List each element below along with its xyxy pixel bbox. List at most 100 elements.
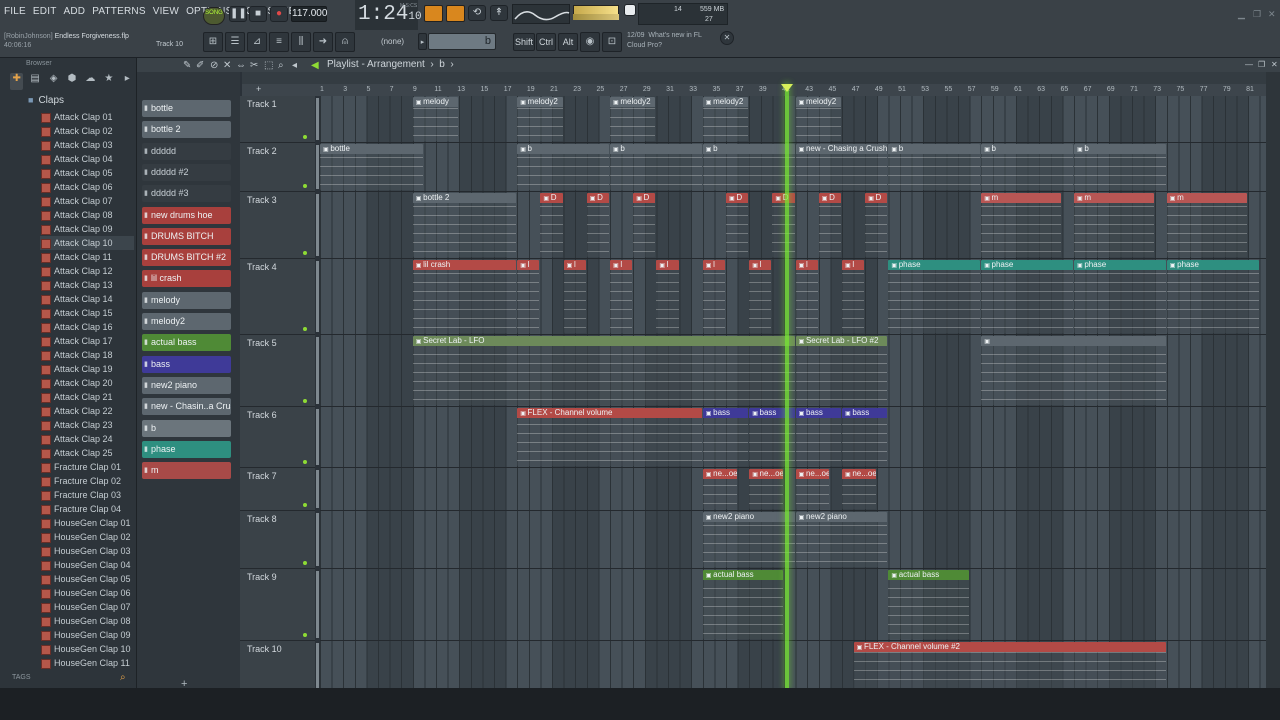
playlist-clip[interactable]: FLEX - Channel volume #2	[853, 642, 1166, 688]
browser-item[interactable]: Attack Clap 06	[40, 180, 134, 194]
track-mute-led-icon[interactable]	[303, 633, 307, 637]
loop-record-icon[interactable]: ⟲	[468, 5, 486, 21]
pattern-item[interactable]: m	[142, 462, 231, 480]
track-resize-handle[interactable]	[316, 261, 319, 332]
track-lane[interactable]: bottle 2 D D D D D D Dm m m	[320, 192, 1266, 259]
browser-item[interactable]: HouseGen Clap 03	[40, 544, 134, 558]
playlist-clip[interactable]: D	[586, 193, 609, 257]
microphone-icon[interactable]: ⍝	[335, 32, 355, 52]
playlist-clip[interactable]: bass	[842, 408, 888, 466]
browser-all-icon[interactable]: ✚	[10, 73, 24, 90]
track-mute-led-icon[interactable]	[303, 561, 307, 565]
playlist-icon[interactable]: ☰	[225, 32, 245, 52]
menu-file[interactable]: FILE	[4, 6, 26, 17]
track-resize-handle[interactable]	[316, 98, 319, 140]
pause-button[interactable]: ❚❚	[229, 6, 247, 22]
pattern-selector[interactable]: b	[428, 33, 496, 50]
pattern-item[interactable]: lil crash	[142, 270, 231, 288]
playlist-clip[interactable]: m	[1166, 193, 1247, 257]
playlist-minimize-icon[interactable]: —	[1245, 60, 1253, 69]
track-mute-led-icon[interactable]	[303, 503, 307, 507]
playlist-clip[interactable]: phase	[981, 260, 1073, 333]
track-mute-led-icon[interactable]	[303, 399, 307, 403]
playlist-clip[interactable]: D	[865, 193, 888, 257]
track-mute-led-icon[interactable]	[303, 460, 307, 464]
playlist-clip[interactable]: D	[540, 193, 563, 257]
track-lane[interactable]: FLEX - Channel volumebassbassbassbass	[320, 407, 1266, 468]
track-resize-handle[interactable]	[316, 337, 319, 404]
playlist-clip[interactable]: bass	[702, 408, 749, 466]
pattern-item[interactable]: new drums hoe	[142, 206, 231, 224]
step-edit-icon[interactable]: ↟	[490, 5, 508, 21]
news-panel[interactable]: 12/09 What's new in FL Cloud Pro?	[627, 31, 702, 51]
stop-button[interactable]: ■	[249, 6, 267, 22]
track-header[interactable]: Track 2	[240, 143, 319, 192]
shift-key-button[interactable]: Shift	[513, 33, 535, 51]
menu-view[interactable]: VIEW	[153, 6, 179, 17]
track-mute-led-icon[interactable]	[303, 251, 307, 255]
browser-item[interactable]: Attack Clap 15	[40, 306, 134, 320]
browser-item[interactable]: Attack Clap 09	[40, 222, 134, 236]
track-lane[interactable]: FLEX - Channel volume #2	[320, 641, 1266, 688]
playlist-clip[interactable]: b	[888, 144, 981, 190]
track-lane[interactable]: new2 pianonew2 piano	[320, 511, 1266, 569]
pattern-item[interactable]: melody2	[142, 313, 231, 330]
playlist-clip[interactable]: Secret Lab - LFO	[412, 336, 795, 405]
browser-item[interactable]: Attack Clap 12	[40, 264, 134, 278]
pattern-none-selector[interactable]: (none)	[369, 34, 416, 50]
playlist-clip[interactable]: m	[981, 193, 1062, 257]
track-header[interactable]: Track 3	[240, 192, 319, 259]
playlist-clip[interactable]: l	[656, 260, 679, 333]
browser-item[interactable]: Attack Clap 21	[40, 390, 134, 404]
track-resize-handle[interactable]	[316, 194, 319, 256]
track-resize-handle[interactable]	[316, 571, 319, 638]
track-header[interactable]: Track 5	[240, 335, 319, 407]
browser-item[interactable]: Fracture Clap 01	[40, 460, 134, 474]
track-header[interactable]: Track 6	[240, 407, 319, 468]
playlist-clip[interactable]: D	[726, 193, 749, 257]
plugin-picker-icon[interactable]: ➜	[313, 32, 333, 52]
playlist-clip[interactable]: melody2	[702, 97, 749, 141]
playlist-clip[interactable]: l	[702, 260, 725, 333]
track-lane[interactable]: melody melody2 melody2 melody2 melody2	[320, 96, 1266, 143]
browser-item[interactable]: HouseGen Clap 11	[40, 656, 134, 670]
playlist-clip[interactable]: l	[749, 260, 772, 333]
playlist-clip[interactable]: phase	[1074, 260, 1166, 333]
pattern-item[interactable]: ddddd	[142, 142, 231, 160]
track-header[interactable]: Track 10	[240, 641, 319, 688]
mute-tool-icon[interactable]: ✕	[223, 60, 231, 71]
paint-tool-icon[interactable]: ✐	[196, 60, 204, 71]
track-lane[interactable]: Secret Lab - LFOSecret Lab - LFO #2	[320, 335, 1266, 407]
browser-item[interactable]: HouseGen Clap 06	[40, 586, 134, 600]
playlist-clip[interactable]: bass	[795, 408, 841, 466]
shop-cart-icon[interactable]: ⊡	[602, 32, 622, 52]
playlist-clip[interactable]: l	[517, 260, 540, 333]
playlist-clip[interactable]: new2 piano	[702, 512, 795, 567]
playlist-clip[interactable]: l	[610, 260, 633, 333]
playlist-clip[interactable]: Secret Lab - LFO #2	[795, 336, 888, 405]
playlist-clip[interactable]: melody2	[795, 97, 841, 141]
track-header[interactable]: Track 1	[240, 96, 319, 143]
wait-input-icon[interactable]	[446, 5, 465, 22]
minimize-icon[interactable]: ▁	[1238, 9, 1245, 20]
track-lane[interactable]: ne...oe ne...oe ne...oe ne...oe	[320, 468, 1266, 511]
zoom-tool-icon[interactable]: ⌕	[278, 60, 284, 71]
pattern-item[interactable]: b	[142, 419, 231, 437]
browser-plugins-icon[interactable]: ◈	[47, 73, 60, 90]
playlist-clip[interactable]: l	[563, 260, 586, 333]
browser-item[interactable]: Attack Clap 02	[40, 124, 134, 138]
alt-key-button[interactable]: Alt	[558, 33, 578, 51]
playlist-clip[interactable]: melody	[412, 97, 459, 141]
menu-patterns[interactable]: PATTERNS	[92, 6, 145, 17]
track-mute-led-icon[interactable]	[303, 135, 307, 139]
browser-item[interactable]: Fracture Clap 04	[40, 502, 134, 516]
track-header[interactable]: Track 9	[240, 569, 319, 641]
track-header[interactable]: Track 8	[240, 511, 319, 569]
playlist-clip[interactable]: l	[842, 260, 865, 333]
playlist-maximize-icon[interactable]: ❐	[1258, 60, 1265, 69]
browser-item[interactable]: HouseGen Clap 09	[40, 628, 134, 642]
browser-item[interactable]: Attack Clap 25	[40, 446, 134, 460]
browser-item[interactable]: Attack Clap 24	[40, 432, 134, 446]
draw-tool-icon[interactable]: ✎	[183, 60, 191, 71]
browser-item[interactable]: Fracture Clap 02	[40, 474, 134, 488]
